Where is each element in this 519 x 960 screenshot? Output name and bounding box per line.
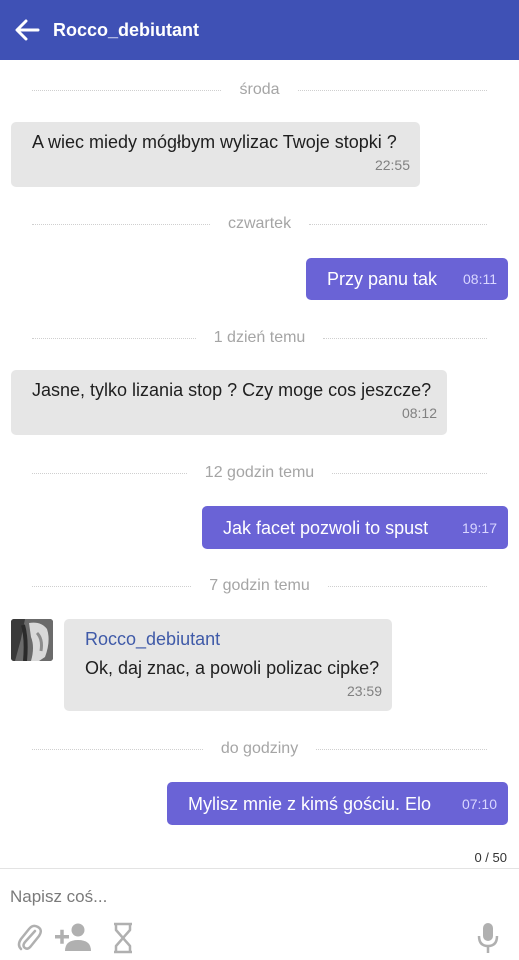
date-divider-label: 1 dzień temu (213, 329, 306, 346)
message-input[interactable] (10, 883, 490, 911)
arrow-back-icon (15, 19, 40, 41)
message-bubble-outgoing[interactable]: Mylisz mnie z kimś gościu. Elo 07:10 (167, 782, 508, 825)
date-divider: środa (32, 80, 487, 100)
attach-button[interactable] (14, 921, 44, 953)
microphone-icon (477, 923, 499, 953)
date-divider: 7 godzin temu (32, 576, 488, 596)
message-time: 22:55 (374, 157, 410, 173)
back-button[interactable] (2, 0, 52, 60)
date-divider: 12 godzin temu (32, 463, 487, 483)
message-time: 23:59 (346, 683, 382, 699)
message-time: 08:11 (463, 271, 497, 287)
avatar[interactable] (11, 619, 53, 661)
message-bubble-incoming[interactable]: A wiec miedy mógłbym wylizac Twoje stopk… (11, 122, 420, 187)
message-text: Przy panu tak (327, 269, 438, 289)
message-bubble-outgoing[interactable]: Przy panu tak 08:11 (306, 258, 508, 300)
message-bubble-incoming[interactable]: Jasne, tylko lizania stop ? Czy moge cos… (11, 370, 447, 435)
message-text: Mylisz mnie z kimś gościu. Elo (188, 793, 432, 814)
add-user-button[interactable] (54, 921, 92, 953)
message-list[interactable]: środa A wiec miedy mógłbym wylizac Twoje… (0, 60, 519, 868)
date-divider-label: do godziny (220, 740, 299, 757)
voice-message-button[interactable] (474, 921, 502, 955)
add-person-icon (55, 923, 91, 951)
date-divider: czwartek (32, 214, 487, 234)
paperclip-icon (17, 924, 42, 951)
message-text: Jak facet pozwoli to spust (223, 517, 429, 538)
message-time: 08:12 (401, 405, 437, 421)
message-bubble-incoming[interactable]: Rocco_debiutant Ok, daj znac, a powoli p… (64, 619, 392, 711)
chat-title[interactable]: Rocco_debiutant (53, 20, 199, 41)
message-time: 07:10 (461, 795, 497, 812)
message-text: Jasne, tylko lizania stop ? Czy moge cos… (32, 380, 432, 400)
sender-name[interactable]: Rocco_debiutant (85, 628, 382, 650)
app-bar: Rocco_debiutant (0, 0, 519, 60)
hourglass-icon (114, 922, 132, 954)
date-divider: do godziny (32, 739, 488, 759)
timer-button[interactable] (109, 921, 137, 955)
message-text: Ok, daj znac, a powoli polizac cipke? (85, 658, 380, 678)
date-divider: 1 dzień temu (32, 328, 488, 348)
date-divider-label: 12 godzin temu (204, 464, 315, 481)
message-time: 19:17 (461, 519, 497, 536)
avatar-image (11, 619, 53, 661)
character-counter: 0 / 50 (474, 850, 507, 865)
message-bubble-outgoing[interactable]: Jak facet pozwoli to spust 19:17 (202, 506, 508, 549)
date-divider-label: środa (239, 81, 280, 98)
date-divider-label: czwartek (227, 215, 292, 232)
date-divider-label: 7 godzin temu (209, 577, 310, 594)
message-text: A wiec miedy mógłbym wylizac Twoje stopk… (32, 132, 397, 152)
message-composer (0, 868, 519, 960)
